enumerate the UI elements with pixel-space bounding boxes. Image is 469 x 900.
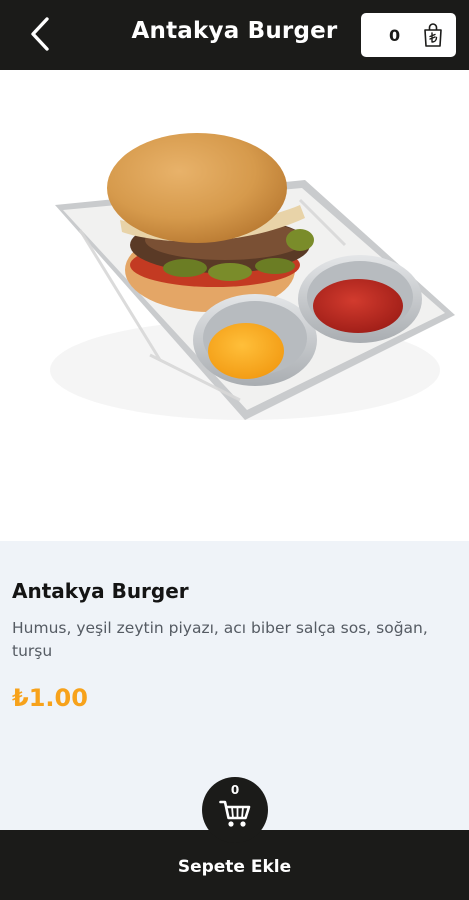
top-app-bar: Antakya Burger 0 (0, 0, 469, 70)
shopping-cart-icon (219, 800, 251, 827)
floating-cart-button[interactable]: 0 (202, 777, 268, 843)
product-description: Humus, yeşil zeytin piyazı, acı biber sa… (12, 619, 428, 660)
chevron-left-icon (31, 17, 49, 51)
cart-count: 0 (389, 25, 401, 45)
back-button[interactable] (22, 14, 58, 54)
add-to-cart-label: Sepete Ekle (177, 857, 292, 877)
shopping-bag-icon (422, 22, 444, 48)
fab-cart-count: 0 (230, 783, 240, 797)
product-name: Antakya Burger (12, 579, 189, 603)
product-price: ₺1.00 (12, 684, 88, 712)
header-cart-button[interactable]: 0 (361, 13, 456, 57)
product-image (0, 70, 469, 541)
